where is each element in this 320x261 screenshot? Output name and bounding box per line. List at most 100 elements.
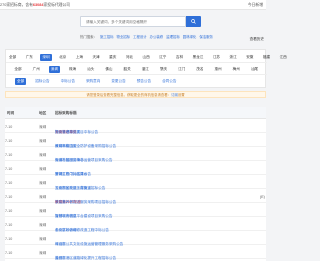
header-time: 时间 [7,111,15,115]
region-chip[interactable]: 江西 [278,54,289,61]
region-chip[interactable]: 重庆 [107,54,118,61]
city-chip[interactable]: 湛江 [140,66,151,73]
table-row[interactable]: 7-10 深圳 深圳市 教育局2025年度 学生营养餐配送服务采购项目招标公告 (E) [5,190,266,204]
table-row[interactable]: 7-10 深圳 罗湖区东门片区排水 管网工程中标结果公告 [5,162,266,176]
type-chip[interactable]: 合同公告 [160,78,178,85]
notice-message: 请您登录后查看完整信息，获取更全的商机信息请查看： [86,93,172,97]
row-region: 深圳 [39,237,47,241]
hot-search-link[interactable]: 工程设计 [133,35,147,39]
row-time: 7-10 [5,223,13,227]
type-chip[interactable]: 变更公告 [109,78,127,85]
table-row[interactable]: 7-10 深圳 深圳市宝安区沙井街道 工业园区改造工程施工招标公告 [5,176,266,190]
header-region: 地区 [39,111,47,115]
region-chip[interactable]: 广东 [24,54,35,61]
row-time: 7-10 [5,167,13,171]
region-chip[interactable]: 福建 [261,54,272,61]
hot-search-links: 热门搜索： 施工招标 物业招标 工程设计 办公装修 监理招标 园林绿化 保洁服务 [80,34,213,39]
hot-search-link[interactable]: 办公装修 [150,35,164,39]
hot-search-link[interactable]: 施工招标 [100,35,114,39]
row-region: 深圳 [39,181,47,185]
city-chip[interactable]: 佛山 [103,66,114,73]
table-row[interactable]: 7-10 深圳 深圳市福田区梅林 街道社区服务中心运营项目采购公告 [5,148,266,162]
row-time: 7-10 [5,195,13,199]
search-input[interactable] [81,17,185,26]
row-region: 深圳 [39,167,47,171]
region-chip[interactable]: 天津 [90,54,101,61]
row-region: 深圳 [39,251,47,255]
city-filter-row: 全部 广州 深圳 珠海 汕头 佛山 韶关 湛江 肇庆 江门 茂名 惠州 梅州 汕… [6,64,267,75]
city-chip[interactable]: 全部 [12,66,23,73]
hot-search-link[interactable]: 监理招标 [166,35,180,39]
type-chip[interactable]: 中标公告 [59,78,77,85]
region-chip[interactable]: 安徽 [244,54,255,61]
city-chip[interactable]: 惠州 [212,66,223,73]
table-row[interactable]: 7-10 深圳 深圳市光明区 智慧城市信息平台建设项目采购公告 [5,204,266,218]
hot-search-link[interactable]: 园林绿化 [183,35,197,39]
hot-search-link[interactable]: 保洁服务 [199,35,213,39]
table-row[interactable]: 7-10 深圳 深圳市 坪山区公共文化设施运营管理服务采购公告 [5,232,266,246]
region-chip-active[interactable]: 深圳 [40,53,52,61]
city-chip[interactable]: 梅州 [231,66,242,73]
row-time: 7-10 [5,153,13,157]
city-chip[interactable]: 广州 [31,66,42,73]
history-link[interactable]: 查看历史 [250,37,264,42]
region-filter-row: 全部 广东 深圳 北京 上海 天津 重庆 河北 山西 辽宁 吉林 黑龙江 江苏 … [6,52,287,63]
table-row[interactable]: 7-10 深圳 龙岗区2025年 中小学校舍维修改造工程中标公告 [5,218,266,232]
row-region: 深圳 [39,153,47,157]
row-region: 深圳 [39,125,47,129]
table-row[interactable]: 7-10 深圳 深圳市南山区 教育局校园安全防护设备采购招标公告 [5,134,266,148]
header-title: 招标采购标题 [55,111,77,115]
table-row[interactable]: 7-10 深圳 深圳市龙华区民 安街道办事处 物业管理服务项目中标公告 [5,120,266,134]
subscribe-link[interactable]: 订阅 [171,93,178,97]
type-chip[interactable]: 预告公告 [135,78,153,85]
row-time: 7-10 [5,139,13,143]
row-time: 7-10 [5,125,13,129]
region-chip[interactable]: 浙江 [228,54,239,61]
top-bar: 270家招标商，含有63084家投标代理公司 今日新增 [0,0,266,10]
type-chip[interactable]: 采购意向 [84,78,102,85]
row-tail: (E) [260,195,265,199]
table-row[interactable]: 7-10 深圳 深圳市 盐田区港区道路绿化提升工程招标公告 [5,246,266,260]
region-chip[interactable]: 江苏 [211,54,222,61]
city-chip[interactable]: 肇庆 [158,66,169,73]
region-chip[interactable]: 河北 [124,54,135,61]
login-notice: 请您登录后查看完整信息，获取更全的商机信息请查看：订阅设置 [5,91,266,98]
region-chip[interactable]: 黑龙江 [191,54,206,61]
city-chip[interactable]: 茂名 [194,66,205,73]
city-chip[interactable]: 韶关 [122,66,133,73]
results-table: 时间 地区 招标采购标题 7-10 深圳 深圳市龙华区民 安街道办事处 物业管理服务项目… [5,107,266,261]
region-chip[interactable]: 吉林 [174,54,185,61]
row-region: 深圳 [39,209,47,213]
stats-text-2: 家投标代理公司 [43,3,71,7]
hot-search-link[interactable]: 物业招标 [117,35,131,39]
stats-text: 270家招标商，含有63084家投标代理公司 [0,3,70,8]
region-chip[interactable]: 山西 [141,54,152,61]
search-button[interactable] [186,16,201,27]
region-chip[interactable]: 辽宁 [157,54,168,61]
city-chip[interactable]: 江门 [176,66,187,73]
row-title-post: 盐田区港区道路绿化提升工程招标公告 [55,256,117,260]
type-chip[interactable]: 招标公告 [33,78,51,85]
search-box[interactable] [80,16,186,27]
type-chip-active[interactable]: 全部 [15,78,27,85]
today-new-link[interactable]: 今日新增 [248,3,263,8]
stats-text-1: 家招标商，含有 [6,3,33,7]
filter-panel: 全部 广东 深圳 北京 上海 天津 重庆 河北 山西 辽宁 吉林 黑龙江 江苏 … [5,49,287,88]
search-icon [191,19,196,24]
city-chip[interactable]: 汕尾 [249,66,260,73]
city-chip[interactable]: 汕头 [85,66,96,73]
notice-tail: 设置 [177,93,185,97]
region-chip[interactable]: 上海 [74,54,85,61]
region-chip[interactable]: 北京 [57,54,68,61]
type-filter-row: 全部 招标公告 中标公告 采购意向 变更公告 预告公告 合同公告 [6,76,267,87]
row-time: 7-10 [5,181,13,185]
notice-text: 请您登录后查看完整信息，获取更全的商机信息请查看：订阅设置 [86,92,184,97]
table-header: 时间 地区 招标采购标题 [5,107,266,119]
row-time: 7-10 [5,209,13,213]
city-chip[interactable]: 珠海 [67,66,78,73]
region-chip[interactable]: 全部 [7,54,18,61]
hot-search-label: 热门搜索： [80,35,97,39]
stats-highlight-number: 63084 [32,3,44,7]
row-region: 深圳 [39,195,47,199]
city-chip-active[interactable]: 深圳 [48,65,60,73]
